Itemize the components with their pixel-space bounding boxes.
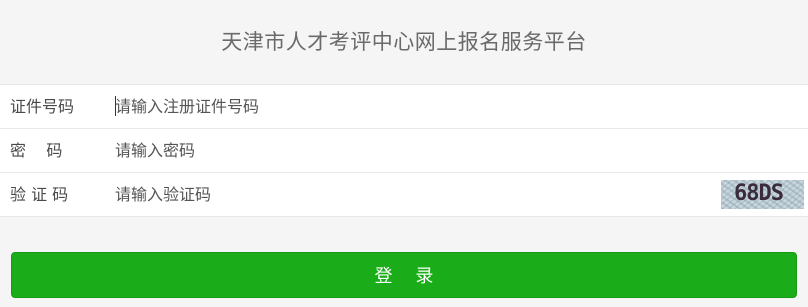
captcha-image-text: 68DS — [734, 181, 784, 206]
login-button[interactable]: 登 录 — [11, 252, 797, 298]
id-number-label: 证件号码 — [10, 97, 75, 116]
login-form: 证件号码 密 码 验 证 码 68DS — [0, 84, 808, 217]
password-input[interactable] — [110, 133, 715, 168]
login-page: 天津市人才考评中心网上报名服务平台 证件号码 密 码 验 证 码 68DS 登 … — [0, 0, 808, 307]
captcha-input[interactable] — [110, 177, 705, 212]
id-number-row: 证件号码 — [0, 85, 808, 128]
page-title: 天津市人才考评中心网上报名服务平台 — [221, 30, 587, 54]
password-row: 密 码 — [0, 129, 808, 172]
text-cursor — [115, 96, 116, 116]
captcha-image[interactable]: 68DS — [721, 180, 804, 209]
captcha-label: 验 证 码 — [10, 185, 69, 204]
password-label: 密 码 — [10, 141, 63, 160]
id-number-input[interactable] — [110, 89, 715, 124]
captcha-row: 验 证 码 68DS — [0, 173, 808, 216]
